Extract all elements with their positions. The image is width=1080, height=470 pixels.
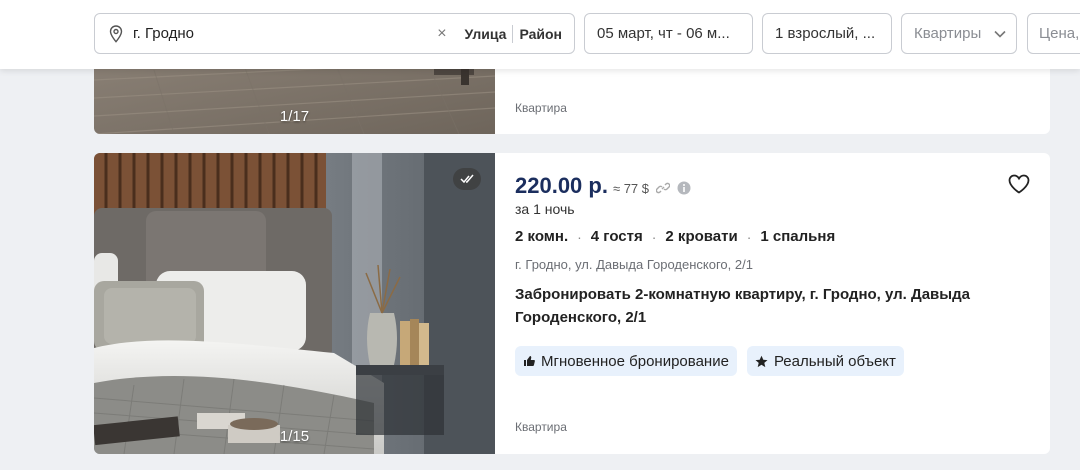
feature-rooms: 2 комн. bbox=[515, 228, 569, 245]
guests-value: 1 взрослый, ... bbox=[775, 25, 876, 42]
search-bar: г. Гродно × Улица Район 05 март, чт - 06… bbox=[0, 0, 1080, 69]
divider: · bbox=[651, 228, 657, 245]
price-filter-field[interactable]: Цена, bbox=[1027, 13, 1080, 54]
feature-guests: 4 гостя bbox=[590, 228, 643, 245]
property-type-select[interactable]: Квартиры bbox=[901, 13, 1017, 54]
favorite-button[interactable] bbox=[1006, 171, 1032, 197]
info-icon[interactable] bbox=[677, 181, 691, 195]
street-filter-button[interactable]: Улица bbox=[459, 26, 513, 42]
listing-address: г. Гродно, ул. Давыда Городенского, 2/1 bbox=[515, 257, 753, 272]
clear-icon[interactable]: × bbox=[437, 25, 446, 43]
double-check-icon bbox=[453, 168, 481, 190]
listing-card[interactable]: 1/15 220.00 р. ≈ 77 $ за 1 ночь 2 комн. … bbox=[94, 153, 1050, 454]
district-filter-button[interactable]: Район bbox=[513, 26, 574, 42]
chevron-down-icon bbox=[994, 25, 1006, 42]
listing-tags: Мгновенное бронирование Реальный объект bbox=[515, 346, 904, 376]
listing-type-label: Квартира bbox=[515, 101, 567, 115]
listing-type-label: Квартира bbox=[515, 420, 567, 434]
feature-bedrooms: 1 спальня bbox=[760, 228, 836, 245]
star-icon bbox=[755, 355, 768, 367]
tag-label: Мгновенное бронирование bbox=[541, 352, 729, 370]
price-period: за 1 ночь bbox=[515, 201, 575, 217]
city-value[interactable]: г. Гродно bbox=[133, 25, 437, 42]
listing-photo[interactable]: 1/15 bbox=[94, 153, 495, 454]
listing-title-link[interactable]: Забронировать 2-комнатную квартиру, г. Г… bbox=[515, 283, 1025, 329]
photo-counter: 1/17 bbox=[279, 108, 310, 125]
price-row: 220.00 р. ≈ 77 $ bbox=[515, 173, 691, 199]
heart-icon bbox=[1008, 174, 1030, 194]
listing-price-usd: ≈ 77 $ bbox=[612, 181, 650, 196]
photo-counter: 1/15 bbox=[279, 428, 310, 445]
location-pin-icon bbox=[109, 24, 123, 43]
listing-features: 2 комн. · 4 гостя · 2 кровати · 1 спальн… bbox=[515, 228, 835, 245]
thumbs-up-icon bbox=[524, 356, 535, 366]
city-search-field[interactable]: г. Гродно × Улица Район bbox=[94, 13, 575, 54]
divider: · bbox=[577, 228, 582, 245]
divider: · bbox=[746, 228, 752, 245]
property-type-value: Квартиры bbox=[914, 25, 982, 42]
guests-field[interactable]: 1 взрослый, ... bbox=[762, 13, 892, 54]
tag-real-object: Реальный объект bbox=[746, 346, 904, 376]
link-icon[interactable] bbox=[656, 181, 671, 195]
tag-label: Реальный объект bbox=[773, 352, 896, 370]
listing-price: 220.00 р. bbox=[515, 173, 608, 198]
feature-beds: 2 кровати bbox=[665, 228, 738, 245]
dates-field[interactable]: 05 март, чт - 06 м... bbox=[584, 13, 753, 54]
dates-value: 05 март, чт - 06 м... bbox=[597, 25, 730, 42]
price-filter-value: Цена, bbox=[1039, 25, 1080, 42]
tag-instant-booking: Мгновенное бронирование bbox=[515, 346, 737, 376]
